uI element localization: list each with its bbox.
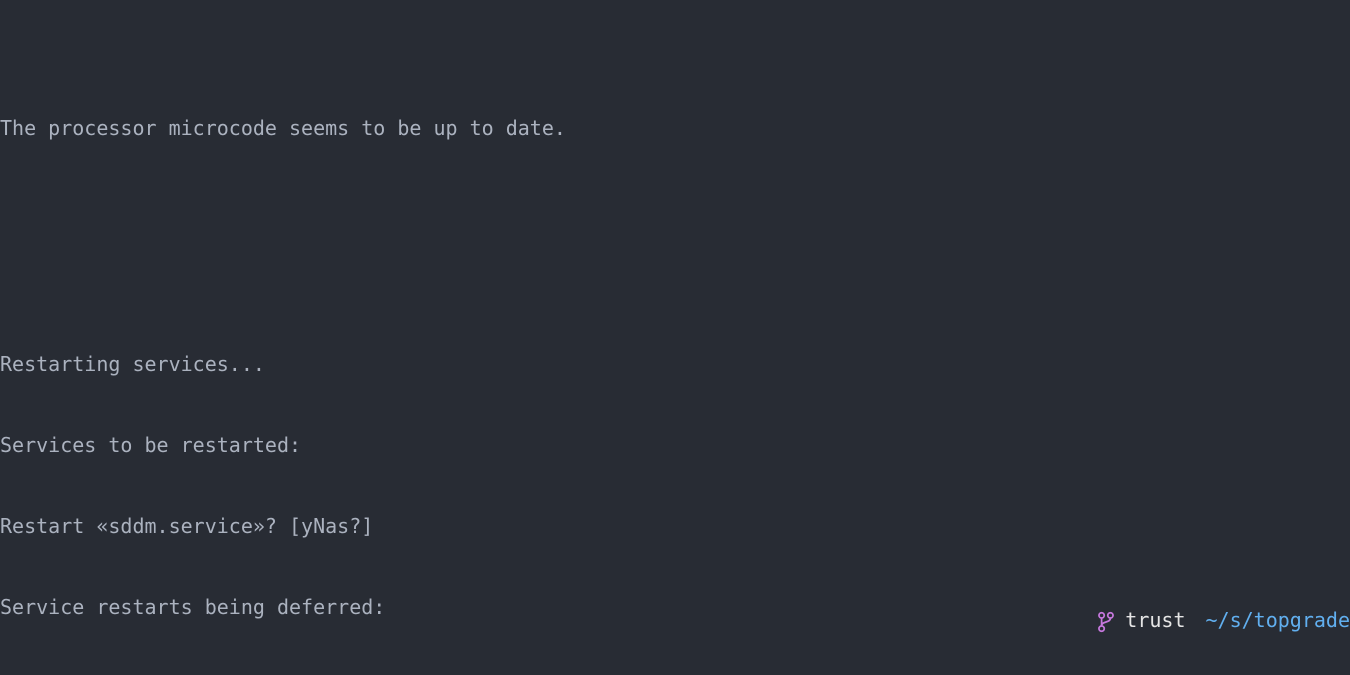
status-bar: trust ~/s/topgrade (1025, 580, 1350, 661)
git-branch-icon (1025, 580, 1115, 661)
output-line: Restart «sddm.service»? [yNas?] (0, 513, 1350, 540)
status-path: ~/s/topgrade (1206, 607, 1350, 634)
status-host: trust (1125, 607, 1185, 634)
output-line: The processor microcode seems to be up t… (0, 115, 1350, 142)
output-line: Services to be restarted: (0, 432, 1350, 459)
blank-line (0, 270, 1350, 297)
terminal[interactable]: The processor microcode seems to be up t… (0, 0, 1350, 675)
output-line: Restarting services... (0, 351, 1350, 378)
